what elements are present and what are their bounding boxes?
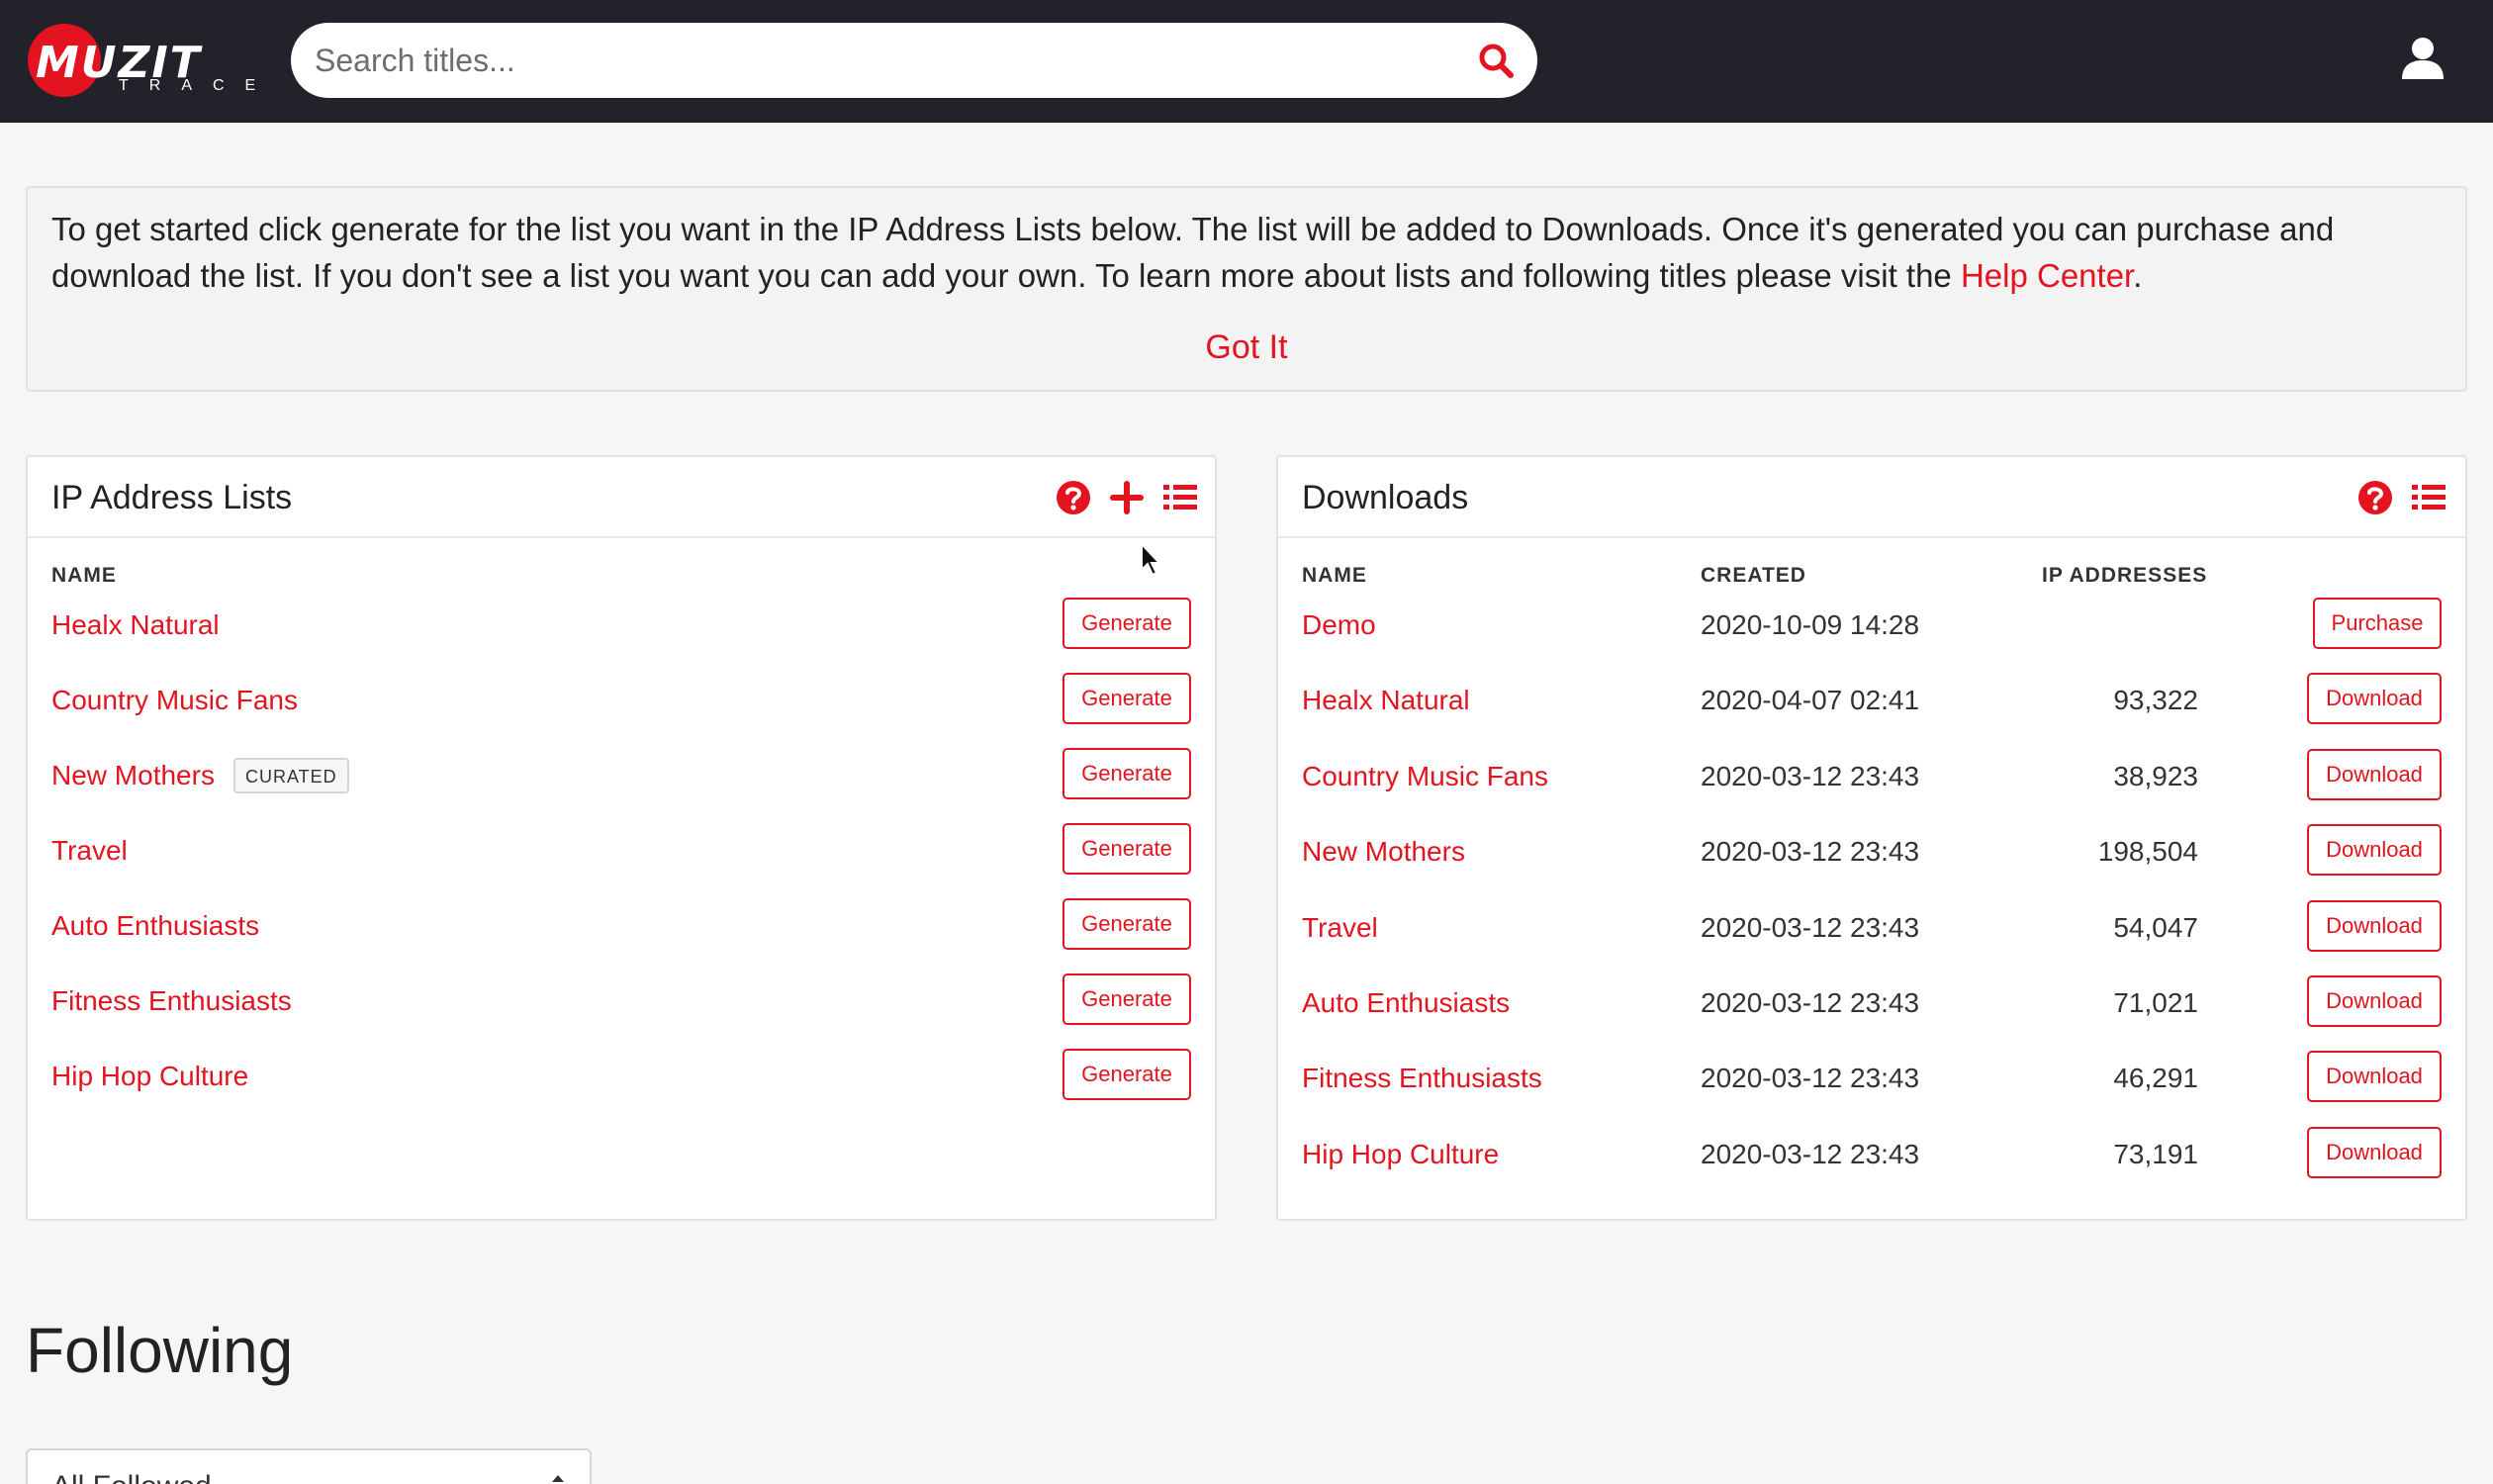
search-icon[interactable]	[1476, 41, 1516, 80]
download-button[interactable]: Download	[2307, 975, 2442, 1027]
column-header-name: NAME	[51, 564, 117, 587]
generate-button[interactable]: Generate	[1062, 974, 1191, 1025]
search-bar	[291, 23, 1537, 98]
generate-button[interactable]: Generate	[1062, 823, 1191, 875]
column-header-created: CREATED	[1701, 564, 1806, 587]
downloads-card: Downloads NAME CREATED IP ADDRESSES Demo…	[1276, 455, 2467, 1221]
ip-list-name-link[interactable]: Travel	[51, 835, 128, 867]
user-icon[interactable]	[2398, 34, 2447, 83]
download-ip-count: 46,291	[2113, 1063, 2198, 1093]
muzit-trace-logo[interactable]: MUZIT TRACE	[28, 24, 255, 97]
card-header: Downloads	[1278, 457, 2465, 538]
logo-subtitle: TRACE	[119, 77, 277, 94]
download-name-link[interactable]: New Mothers	[1302, 836, 1465, 868]
column-header-name: NAME	[1302, 564, 1367, 587]
download-created-date: 2020-03-12 23:43	[1701, 761, 1920, 791]
help-center-link[interactable]: Help Center	[1961, 257, 2133, 294]
download-name-link[interactable]: Healx Natural	[1302, 685, 1470, 716]
ip-list-name-link[interactable]: Auto Enthusiasts	[51, 910, 259, 942]
card-title: IP Address Lists	[51, 479, 293, 516]
download-created-date: 2020-03-12 23:43	[1701, 836, 1920, 867]
following-heading: Following	[26, 1315, 294, 1386]
download-button[interactable]: Download	[2307, 749, 2442, 800]
card-header: IP Address Lists	[28, 457, 1215, 538]
following-filter-select[interactable]: All Followed	[26, 1448, 592, 1484]
download-created-date: 2020-03-12 23:43	[1701, 912, 1920, 943]
download-name-link[interactable]: Travel	[1302, 912, 1378, 944]
got-it-button[interactable]: Got It	[28, 328, 2465, 367]
top-navbar: MUZIT TRACE	[0, 0, 2493, 123]
following-filter-value: All Followed	[51, 1470, 212, 1484]
ip-list-name-link[interactable]: Fitness Enthusiasts	[51, 985, 292, 1017]
download-name-link[interactable]: Auto Enthusiasts	[1302, 987, 1510, 1019]
alert-text-after: .	[2133, 257, 2143, 294]
download-button[interactable]: Download	[2307, 1127, 2442, 1178]
download-button[interactable]: Download	[2307, 824, 2442, 876]
download-ip-count: 54,047	[2113, 912, 2198, 943]
ip-address-lists-card: IP Address Lists NAME Healx Natural Gener…	[26, 455, 1217, 1221]
curated-badge: CURATED	[233, 758, 349, 793]
plus-icon[interactable]	[1108, 479, 1146, 516]
download-name-link[interactable]: Fitness Enthusiasts	[1302, 1063, 1542, 1094]
generate-button[interactable]: Generate	[1062, 898, 1191, 950]
download-button[interactable]: Download	[2307, 900, 2442, 952]
download-created-date: 2020-10-09 14:28	[1701, 609, 1920, 640]
download-name-link[interactable]: Demo	[1302, 609, 1376, 641]
download-button[interactable]: Download	[2307, 673, 2442, 724]
generate-button[interactable]: Generate	[1062, 1049, 1191, 1100]
purchase-button[interactable]: Purchase	[2313, 598, 2442, 649]
question-circle-icon[interactable]	[2356, 479, 2394, 516]
download-name-link[interactable]: Country Music Fans	[1302, 761, 1548, 792]
ip-list-name-link[interactable]: Hip Hop Culture	[51, 1061, 248, 1092]
download-ip-count: 93,322	[2113, 685, 2198, 715]
download-created-date: 2020-03-12 23:43	[1701, 1139, 1920, 1169]
alert-message: To get started click generate for the li…	[51, 206, 2446, 299]
ip-list-name-link[interactable]: Country Music Fans	[51, 685, 298, 716]
generate-button[interactable]: Generate	[1062, 598, 1191, 649]
download-created-date: 2020-03-12 23:43	[1701, 1063, 1920, 1093]
question-circle-icon[interactable]	[1055, 479, 1092, 516]
generate-button[interactable]: Generate	[1062, 748, 1191, 799]
download-ip-count: 38,923	[2113, 761, 2198, 791]
download-button[interactable]: Download	[2307, 1051, 2442, 1102]
download-ip-count: 73,191	[2113, 1139, 2198, 1169]
download-name-link[interactable]: Hip Hop Culture	[1302, 1139, 1499, 1170]
download-ip-count: 71,021	[2113, 987, 2198, 1018]
download-created-date: 2020-04-07 02:41	[1701, 685, 1920, 715]
ip-list-name-link[interactable]: Healx Natural	[51, 609, 220, 641]
search-input[interactable]	[315, 37, 1442, 84]
download-ip-count: 198,504	[2097, 836, 2198, 867]
ip-list-name-link[interactable]: New Mothers	[51, 760, 215, 791]
card-title: Downloads	[1302, 479, 1469, 516]
list-icon[interactable]	[1161, 479, 1199, 516]
generate-button[interactable]: Generate	[1062, 673, 1191, 724]
mouse-cursor-icon	[1141, 542, 1162, 577]
getting-started-alert: To get started click generate for the li…	[26, 186, 2467, 392]
sort-caret-icon	[552, 1475, 564, 1482]
download-created-date: 2020-03-12 23:43	[1701, 987, 1920, 1018]
column-header-ip-addresses: IP ADDRESSES	[2042, 564, 2208, 587]
list-icon[interactable]	[2410, 479, 2447, 516]
